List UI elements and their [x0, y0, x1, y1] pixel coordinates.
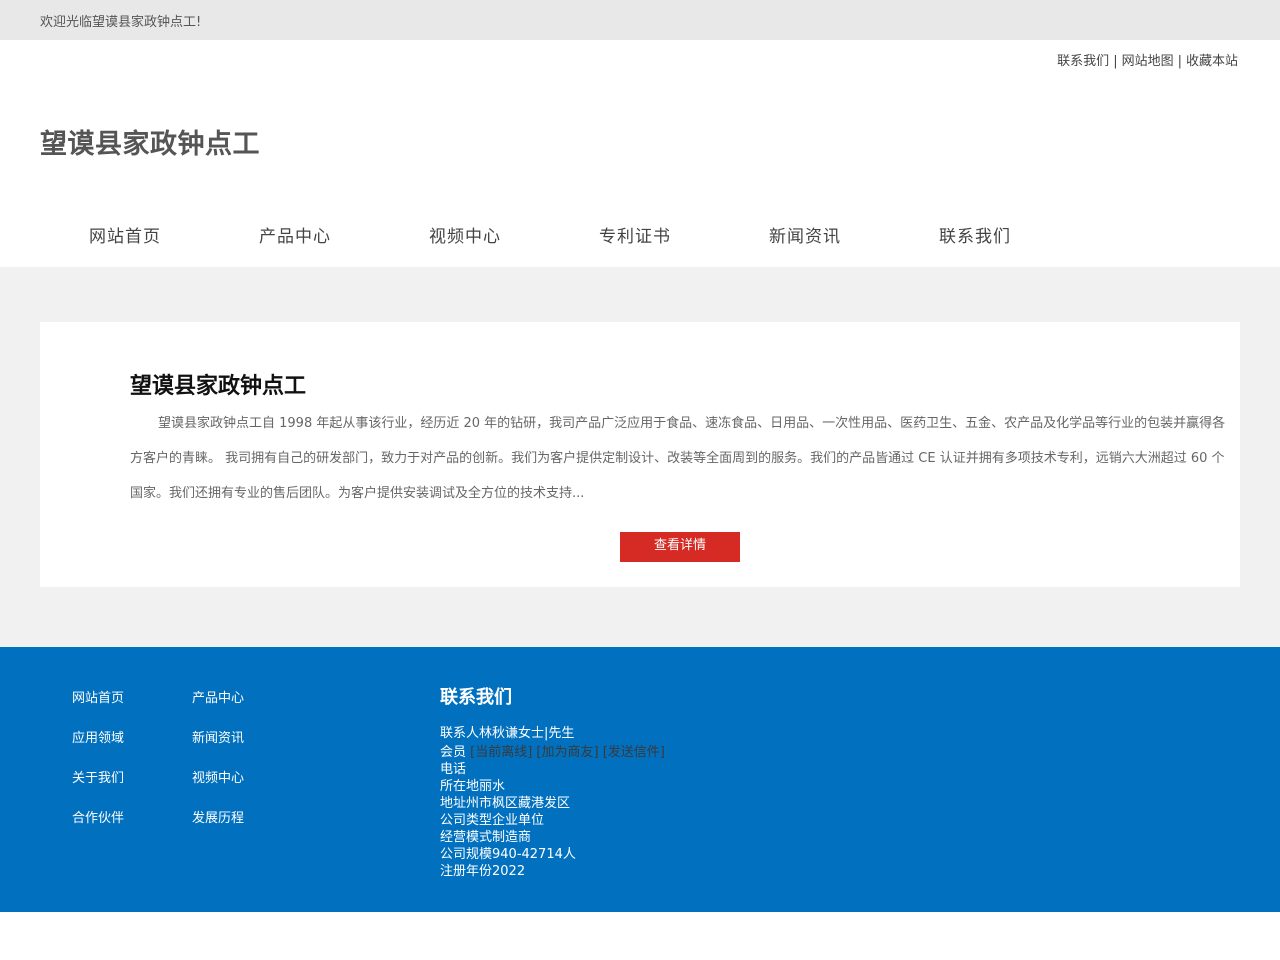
- toplink-contact[interactable]: 联系我们: [1057, 54, 1109, 69]
- nav-item-contact[interactable]: 联系我们: [890, 222, 1060, 247]
- footer-link-news[interactable]: 新闻资讯: [192, 727, 244, 746]
- footer-link-partners[interactable]: 合作伙伴: [72, 807, 124, 826]
- top-bar: 欢迎光临望谟县家政钟点工!: [0, 0, 1280, 40]
- member-label: 会员: [440, 745, 467, 760]
- main-nav: 网站首页 产品中心 视频中心 专利证书 新闻资讯 联系我们: [40, 208, 1240, 260]
- nav-item-videos[interactable]: 视频中心: [380, 222, 550, 247]
- nav-item-home[interactable]: 网站首页: [40, 222, 210, 247]
- about-card: 望谟县家政钟点工 望谟县家政钟点工自 1998 年起从事该行业，经历近 20 年…: [40, 322, 1240, 587]
- about-title: 望谟县家政钟点工: [130, 374, 307, 399]
- contact-company-type: 公司类型企业单位: [440, 813, 545, 828]
- contact-address: 地址州市枫区藏港发区: [440, 796, 571, 811]
- contact-location: 所在地丽水: [440, 779, 506, 794]
- contact-company-size: 公司规模940-42714人: [440, 847, 576, 862]
- nav-item-patents[interactable]: 专利证书: [550, 222, 720, 247]
- footer-link-products[interactable]: 产品中心: [192, 687, 244, 706]
- footer-link-applications[interactable]: 应用领域: [72, 727, 124, 746]
- nav-item-products[interactable]: 产品中心: [210, 222, 380, 247]
- contact-business-model: 经营模式制造商: [440, 830, 532, 845]
- view-details-button[interactable]: 查看详情: [620, 532, 740, 562]
- top-links: 联系我们 | 网站地图 | 收藏本站: [1057, 50, 1238, 69]
- footer-link-videos[interactable]: 视频中心: [192, 767, 244, 786]
- contact-phone: 电话: [440, 762, 467, 777]
- footer-link-about[interactable]: 关于我们: [72, 767, 124, 786]
- site-title[interactable]: 望谟县家政钟点工: [40, 122, 260, 161]
- footer: 网站首页 产品中心 应用领域 新闻资讯 关于我们 视频中心 合作伙伴 发展历程 …: [0, 647, 1280, 912]
- toplink-separator: |: [1113, 54, 1118, 69]
- contact-reg-year: 注册年份2022: [440, 864, 526, 879]
- nav-item-news[interactable]: 新闻资讯: [720, 222, 890, 247]
- footer-link-home[interactable]: 网站首页: [72, 687, 124, 706]
- welcome-text: 欢迎光临望谟县家政钟点工!: [40, 15, 202, 30]
- about-text: 望谟县家政钟点工自 1998 年起从事该行业，经历近 20 年的钻研，我司产品广…: [130, 416, 1226, 501]
- toplink-separator: |: [1177, 54, 1182, 69]
- toplink-bookmark[interactable]: 收藏本站: [1186, 54, 1238, 69]
- footer-link-history[interactable]: 发展历程: [192, 807, 244, 826]
- contact-person: 联系人林秋谦女士|先生: [440, 726, 575, 741]
- contact-details: 会员 [当前离线] [加为商友] [发送信件] 电话 所在地丽水 地址州市枫区藏…: [440, 744, 665, 880]
- member-line: 会员 [当前离线] [加为商友] [发送信件]: [440, 744, 665, 761]
- contact-title: 联系我们: [440, 687, 512, 708]
- member-tags[interactable]: [当前离线] [加为商友] [发送信件]: [470, 745, 665, 760]
- toplink-sitemap[interactable]: 网站地图: [1122, 54, 1174, 69]
